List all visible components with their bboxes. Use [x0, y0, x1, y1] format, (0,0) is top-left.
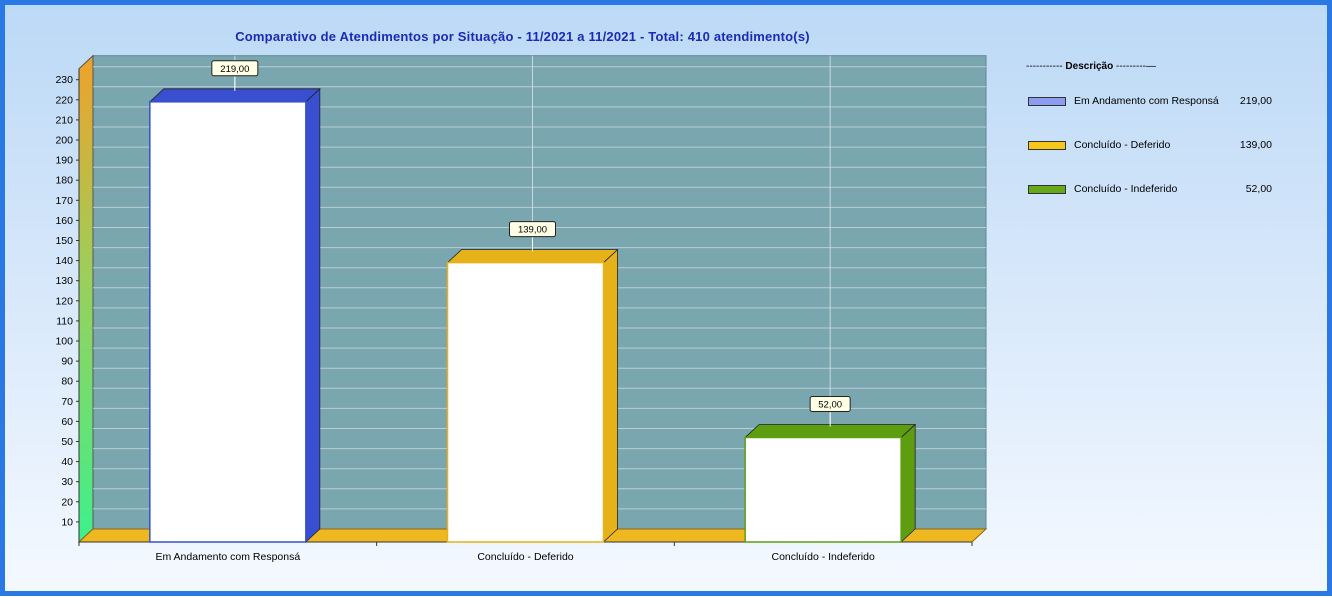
legend-title: ----------- Descrição ---------—	[1026, 61, 1156, 72]
y-tick-label: 210	[55, 114, 73, 126]
bar	[744, 436, 902, 543]
legend-item: Concluído - Deferido 139,00	[1028, 139, 1278, 153]
y-tick-label: 60	[61, 416, 73, 428]
bar-chart: 10 20 30 40 50 60 70 80 90 100 110 120 130 140 150 160 1…	[55, 54, 988, 563]
legend-title-right: ---------—	[1113, 61, 1156, 72]
y-tick-label: 190	[55, 155, 73, 167]
y-tick-label: 80	[61, 376, 73, 388]
y-tick-label: 140	[55, 255, 73, 267]
bar	[446, 261, 605, 543]
x-tick-label: Em Andamento com Responsá	[155, 551, 300, 563]
y-tick-label: 130	[55, 275, 73, 287]
legend-item: Em Andamento com Responsá 219,00	[1028, 95, 1278, 109]
y-tick-label: 20	[61, 496, 73, 508]
legend-swatch	[1028, 141, 1066, 150]
legend-label: Concluído - Deferido	[1074, 139, 1171, 151]
y-tick-label: 200	[55, 135, 73, 147]
y-tick-label: 90	[61, 356, 73, 368]
y-tick-label: 180	[55, 175, 73, 187]
y-tick-label: 10	[61, 516, 73, 528]
data-label: 139,00	[518, 225, 547, 236]
legend-item: Concluído - Indeferido 52,00	[1028, 183, 1278, 197]
legend-label: Concluído - Indeferido	[1074, 183, 1178, 195]
legend-title-left: -----------	[1026, 61, 1066, 72]
data-label: 52,00	[818, 399, 842, 410]
legend-value: 139,00	[1239, 139, 1272, 151]
y-tick-label: 170	[55, 195, 73, 207]
y-tick-label: 40	[61, 456, 73, 468]
left-wall	[78, 54, 94, 544]
bar-side	[900, 423, 916, 543]
x-tick-label: Concluído - Indeferido	[772, 551, 875, 563]
legend-title-text: Descrição	[1065, 61, 1114, 72]
y-tick-label: 220	[55, 94, 73, 106]
y-tick-label: 100	[55, 336, 73, 348]
bar	[149, 101, 307, 543]
y-tick-label: 160	[55, 215, 73, 227]
bar-side	[305, 87, 321, 543]
data-label: 219,00	[220, 64, 249, 75]
legend-label: Em Andamento com Responsá	[1074, 95, 1219, 107]
x-tick-label: Concluído - Deferido	[477, 551, 573, 563]
y-tick-label: 50	[61, 436, 73, 448]
y-tick-label: 70	[61, 396, 73, 408]
legend-swatch	[1028, 185, 1066, 194]
bar-side	[603, 248, 618, 543]
legend-value: 52,00	[1245, 183, 1272, 195]
legend-swatch	[1028, 97, 1066, 106]
y-tick-label: 150	[55, 235, 73, 247]
legend-value: 219,00	[1239, 95, 1272, 107]
y-tick-label: 230	[55, 74, 73, 86]
y-tick-label: 30	[61, 476, 73, 488]
y-tick-label: 120	[55, 295, 73, 307]
y-tick-label: 110	[56, 315, 73, 327]
